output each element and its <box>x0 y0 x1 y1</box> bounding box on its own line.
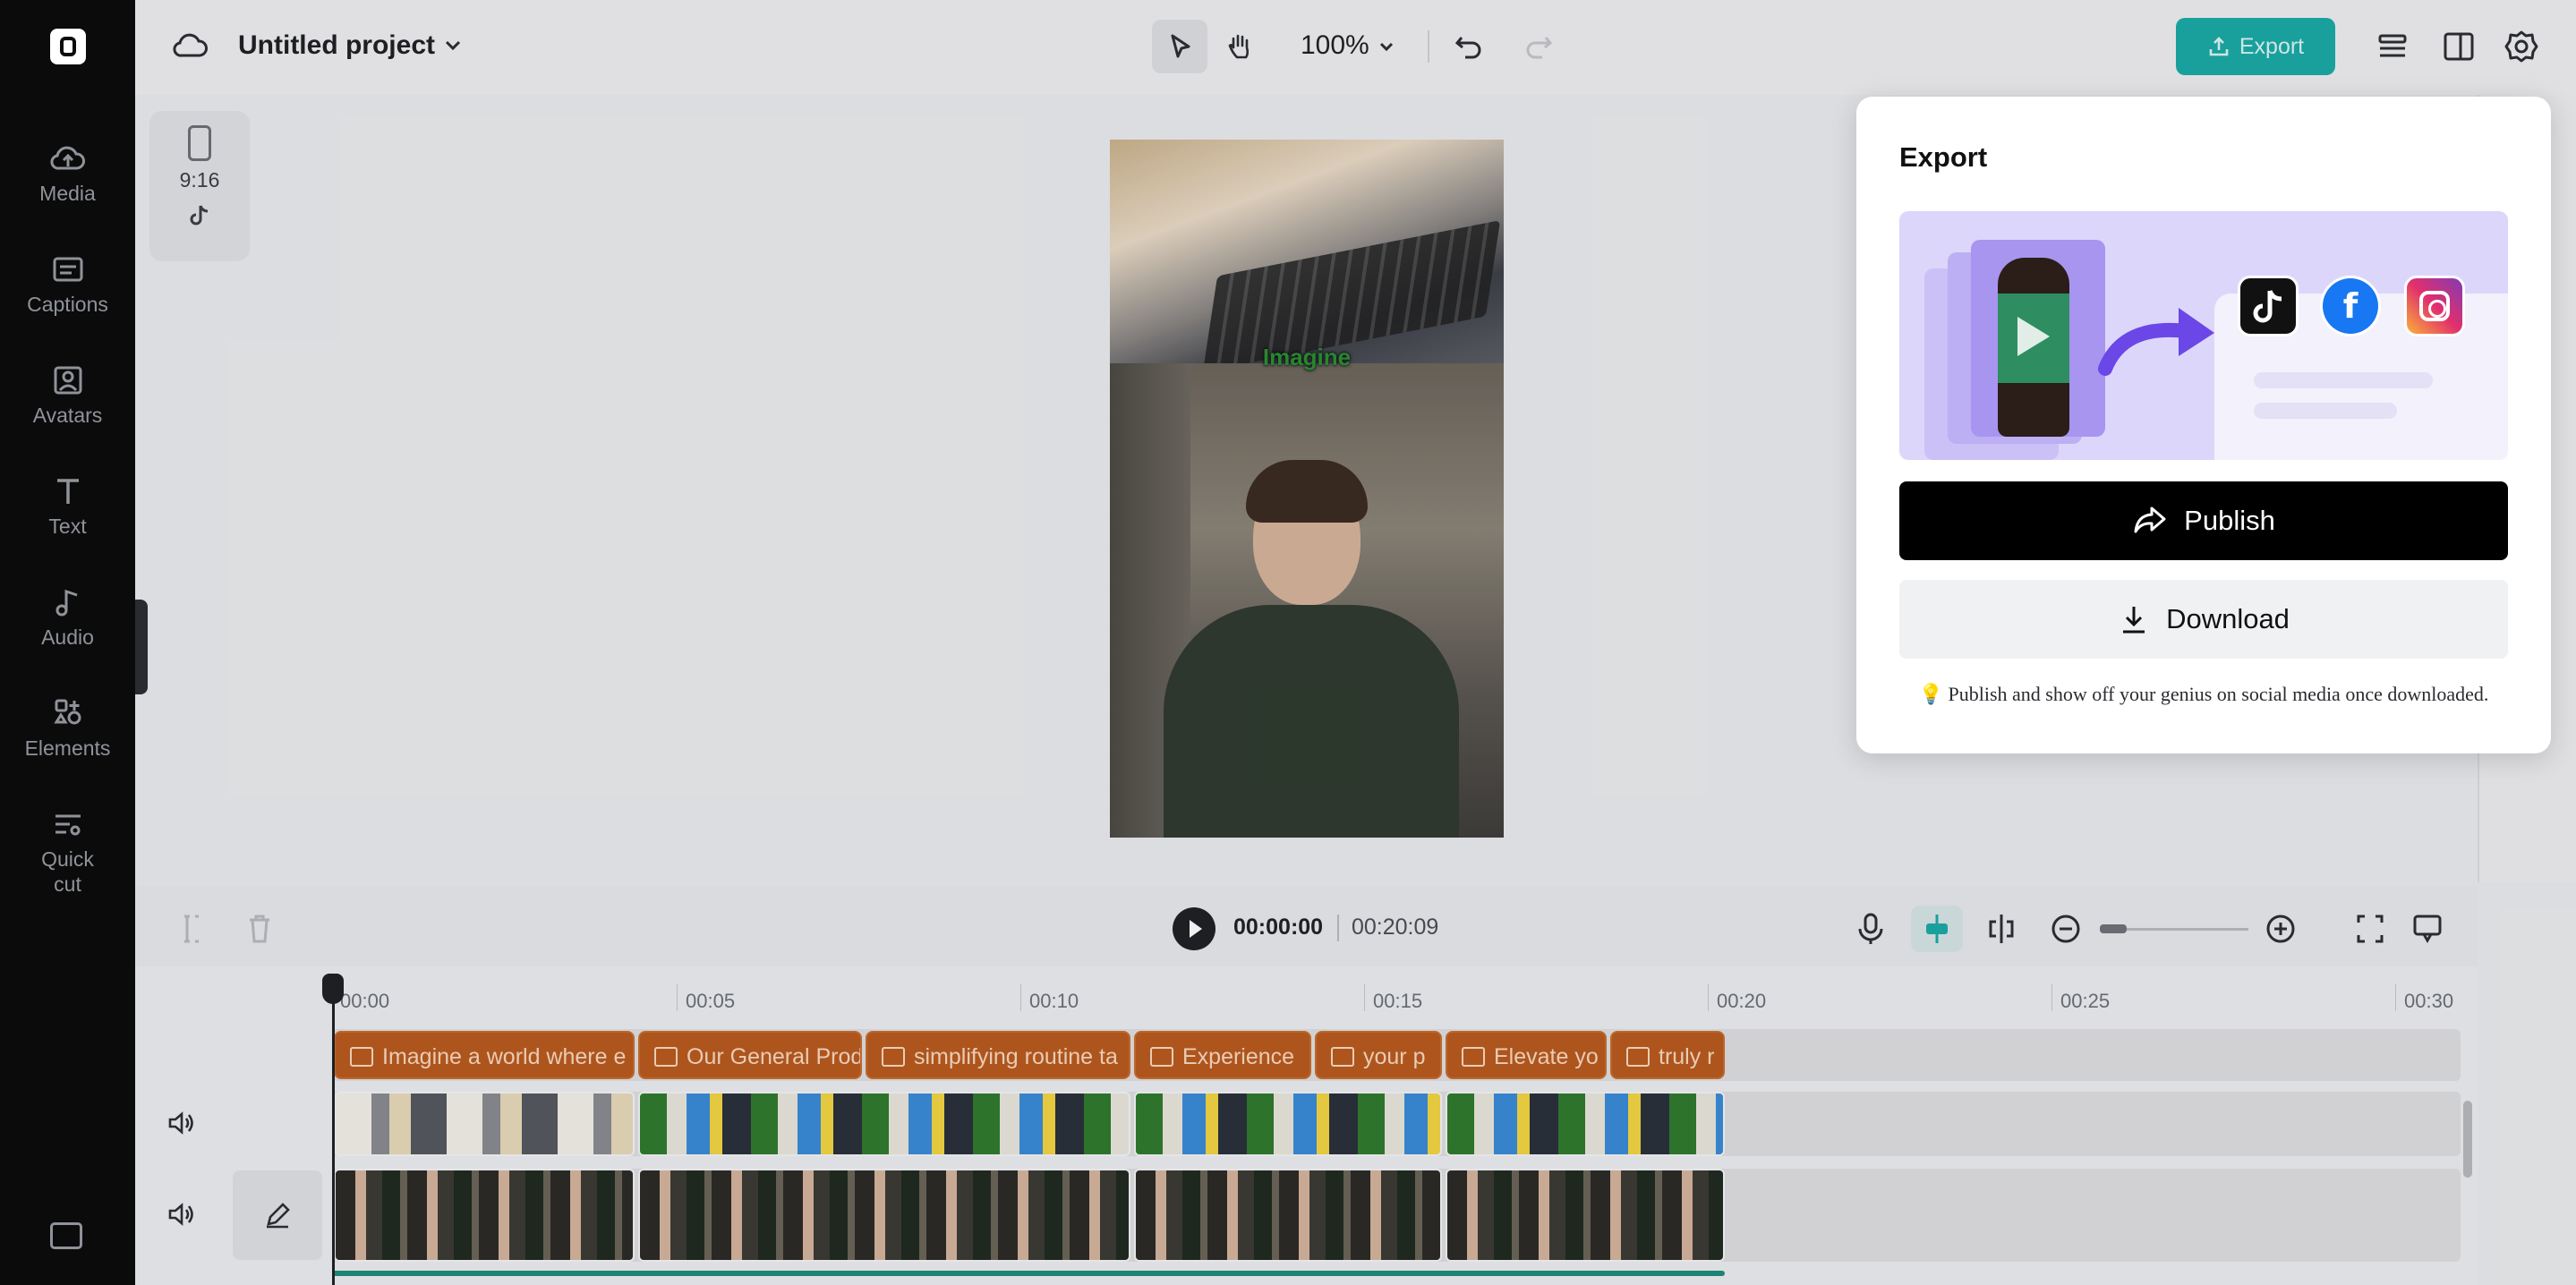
cloud-upload-icon <box>49 146 85 170</box>
text-icon <box>56 479 79 504</box>
captions-icon <box>53 257 82 282</box>
illustration-line <box>2254 372 2433 388</box>
sidebar-item-elements[interactable]: Elements <box>0 698 135 761</box>
export-illustration: f <box>1899 211 2508 460</box>
music-note-icon <box>55 589 77 617</box>
publish-label: Publish <box>2184 505 2275 536</box>
tiktok-logo-icon <box>2238 276 2299 336</box>
download-button[interactable]: Download <box>1899 580 2508 659</box>
sidebar-item-audio[interactable]: Audio <box>0 587 135 650</box>
sidebar-item-label: Quick <box>41 847 94 871</box>
publish-button[interactable]: Publish <box>1899 481 2508 560</box>
arrow-icon <box>2098 308 2214 376</box>
sidebar-item-media[interactable]: Media <box>0 143 135 206</box>
export-tip: 💡 Publish and show off your genius on so… <box>1918 683 2489 705</box>
left-sidebar: Media Captions Avatars Text Audio Elemen… <box>0 0 135 1285</box>
play-icon <box>2017 317 2050 356</box>
export-title: Export <box>1899 141 1988 173</box>
instagram-logo-icon <box>2404 276 2465 336</box>
illustration-video-card <box>1971 240 2105 437</box>
sidebar-item-quick-cut[interactable]: Quick cut <box>0 809 135 897</box>
download-label: Download <box>2166 603 2290 634</box>
keyboard-shortcuts-icon[interactable] <box>50 1222 82 1249</box>
facebook-glyph: f <box>2323 278 2378 334</box>
sidebar-item-label: Elements <box>24 736 111 760</box>
avatar-icon <box>54 366 81 395</box>
sidebar-item-label: Audio <box>41 625 94 649</box>
sidebar-item-label: Text <box>48 515 87 538</box>
elements-icon <box>53 699 81 725</box>
sidebar-item-label: Media <box>39 182 96 205</box>
sidebar-item-text[interactable]: Text <box>0 476 135 539</box>
sidebar-item-label: Avatars <box>32 404 103 427</box>
share-arrow-icon <box>2134 506 2166 533</box>
illustration-line <box>2254 403 2397 419</box>
sidebar-item-captions[interactable]: Captions <box>0 254 135 317</box>
sidebar-item-label-line2: cut <box>54 872 81 896</box>
sidebar-item-avatars[interactable]: Avatars <box>0 365 135 428</box>
facebook-logo-icon: f <box>2320 276 2381 336</box>
quick-cut-icon <box>55 814 81 836</box>
export-popover: Export f Publish Download 💡 Publish and … <box>1856 97 2551 753</box>
download-icon <box>2123 607 2145 634</box>
app-logo[interactable] <box>50 29 86 64</box>
sidebar-item-label: Captions <box>27 293 108 316</box>
